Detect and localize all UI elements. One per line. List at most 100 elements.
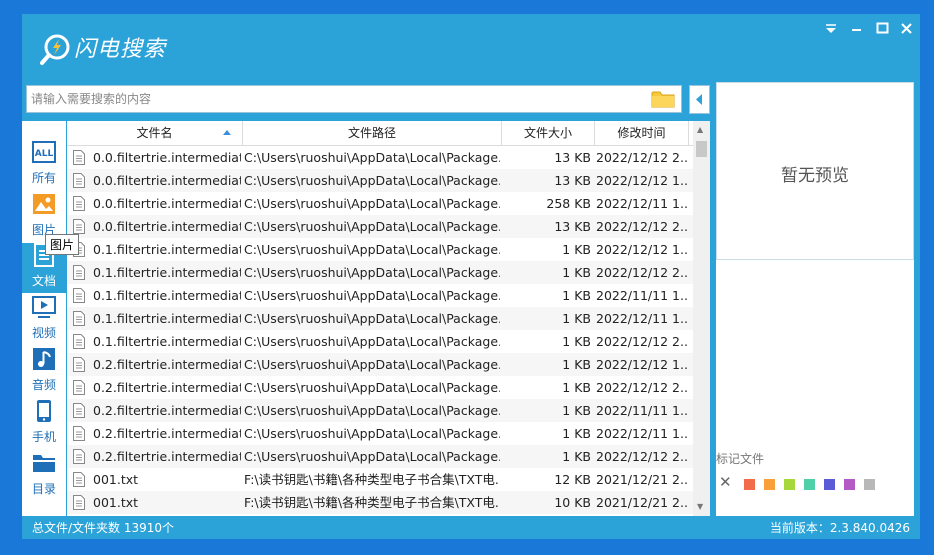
- mark-color-swatch[interactable]: [744, 479, 755, 490]
- mark-color-swatch[interactable]: [844, 479, 855, 490]
- file-path-cell: C:\Users\ruoshui\AppData\Local\Package..…: [244, 288, 500, 303]
- category-sidebar: ALL 所有 图片 文档 视频 音频 手机 目录: [22, 121, 66, 516]
- sort-ascending-icon: [223, 130, 231, 135]
- table-row[interactable]: 0.2.filtertrie.intermediat... C:\Users\ru…: [67, 422, 693, 445]
- file-name-cell: 0.1.filtertrie.intermediat...: [93, 242, 241, 257]
- file-icon: [73, 426, 85, 441]
- modified-time-cell: 2022/12/12 1...: [596, 242, 688, 257]
- file-path-cell: C:\Users\ruoshui\AppData\Local\Package..…: [244, 150, 500, 165]
- table-row[interactable]: 0.0.filtertrie.intermediat... C:\Users\ru…: [67, 169, 693, 192]
- search-bar: [26, 85, 682, 113]
- version-text: 当前版本：2.3.840.0426: [769, 521, 910, 535]
- table-row[interactable]: 0.1.filtertrie.intermediat... C:\Users\ru…: [67, 330, 693, 353]
- mark-files-label: 标记文件: [716, 452, 765, 466]
- table-row[interactable]: 0.1.filtertrie.intermediat... C:\Users\ru…: [67, 307, 693, 330]
- table-row[interactable]: 0.1.filtertrie.intermediat... C:\Users\ru…: [67, 238, 693, 261]
- file-name-cell: 0.2.filtertrie.intermediat...: [93, 449, 241, 464]
- column-header-name[interactable]: 文件名: [67, 121, 243, 145]
- file-name-cell: 0.2.filtertrie.intermediat...: [93, 403, 241, 418]
- maximize-button[interactable]: [872, 18, 894, 40]
- table-row[interactable]: 0.1.filtertrie.intermediat... C:\Users\ru…: [67, 284, 693, 307]
- minimize-button[interactable]: [846, 18, 868, 40]
- file-path-cell: C:\Users\ruoshui\AppData\Local\Package..…: [244, 196, 500, 211]
- file-size-cell: 1 KB: [562, 426, 591, 441]
- file-path-cell: C:\Users\ruoshui\AppData\Local\Package..…: [244, 242, 500, 257]
- file-size-cell: 258 KB: [546, 196, 591, 211]
- modified-time-cell: 2022/12/12 2...: [596, 219, 688, 234]
- collapse-preview-button[interactable]: [689, 85, 710, 114]
- mark-color-swatch[interactable]: [824, 479, 835, 490]
- table-row[interactable]: 001.txt F:\读书钥匙\书籍\各种类型电子书合集\TXT电... 12 KB…: [67, 468, 693, 491]
- close-button[interactable]: [896, 18, 918, 40]
- file-icon: [73, 150, 85, 165]
- sidebar-item-directory[interactable]: 目录: [22, 451, 66, 501]
- mark-color-swatch[interactable]: [804, 479, 815, 490]
- chevron-left-icon: [696, 94, 702, 105]
- file-name-cell: 0.1.filtertrie.intermediat...: [93, 311, 241, 326]
- file-path-cell: C:\Users\ruoshui\AppData\Local\Package..…: [244, 173, 500, 188]
- modified-time-cell: 2022/12/11 1...: [596, 196, 688, 211]
- column-header-path[interactable]: 文件路径: [243, 121, 502, 145]
- sidebar-item-label: 所有: [31, 171, 56, 185]
- file-name-cell: 001.txt: [93, 472, 139, 487]
- search-input[interactable]: [31, 90, 631, 108]
- mark-color-swatch[interactable]: [764, 479, 775, 490]
- table-row[interactable]: 0.0.filtertrie.intermediat... C:\Users\ru…: [67, 192, 693, 215]
- table-header: 文件名 文件路径 文件大小 修改时间: [67, 121, 693, 146]
- file-results-table: 文件名 文件路径 文件大小 修改时间 0.0.filtertrie.interm…: [67, 121, 710, 516]
- table-row[interactable]: 0.2.filtertrie.intermediat... C:\Users\ru…: [67, 399, 693, 422]
- file-name-cell: 0.0.filtertrie.intermediat...: [93, 196, 241, 211]
- sidebar-item-video[interactable]: 视频: [22, 295, 66, 345]
- vertical-scrollbar[interactable]: ▲ ▼: [693, 121, 710, 516]
- close-icon[interactable]: ✕: [719, 475, 732, 490]
- modified-time-cell: 2022/12/12 2...: [596, 334, 688, 349]
- mark-panel: 标记文件 ✕: [716, 260, 914, 516]
- file-path-cell: C:\Users\ruoshui\AppData\Local\Package..…: [244, 357, 500, 372]
- mark-color-swatch[interactable]: [864, 479, 875, 490]
- file-size-cell: 10 KB: [554, 495, 591, 510]
- table-row[interactable]: 0.2.filtertrie.intermediat... C:\Users\ru…: [67, 376, 693, 399]
- file-icon: [73, 219, 85, 234]
- table-row[interactable]: 0.1.filtertrie.intermediat... C:\Users\ru…: [67, 261, 693, 284]
- table-row[interactable]: 0.2.filtertrie.intermediat... C:\Users\ru…: [67, 353, 693, 376]
- table-row[interactable]: 0.0.filtertrie.intermediat... C:\Users\ru…: [67, 215, 693, 238]
- file-icon: [73, 311, 85, 326]
- file-path-cell: F:\读书钥匙\书籍\各种类型电子书合集\TXT电...: [244, 495, 500, 510]
- sidebar-item-phone[interactable]: 手机: [22, 399, 66, 449]
- table-row[interactable]: 001.txt F:\读书钥匙\书籍\各种类型电子书合集\TXT电... 10 KB…: [67, 491, 693, 514]
- file-size-cell: 13 KB: [554, 219, 591, 234]
- folder-icon[interactable]: [651, 89, 675, 109]
- file-size-cell: 12 KB: [554, 472, 591, 487]
- modified-time-cell: 2021/12/21 2...: [596, 472, 688, 487]
- sidebar-item-all[interactable]: ALL 所有: [22, 140, 66, 190]
- file-icon: [73, 403, 85, 418]
- app-window: 闪电搜索 请输入需要搜索的内容 ALL 所有 图片 文档 视频 音频 手机 目录…: [22, 14, 920, 539]
- file-path-cell: C:\Users\ruoshui\AppData\Local\Package..…: [244, 380, 500, 395]
- sidebar-item-audio[interactable]: 音频: [22, 347, 66, 397]
- file-path-cell: F:\读书钥匙\书籍\各种类型电子书合集\TXT电...: [244, 472, 500, 487]
- scroll-down-icon[interactable]: ▼: [697, 502, 703, 511]
- modified-time-cell: 2022/12/12 2...: [596, 150, 688, 165]
- file-icon: [73, 449, 85, 464]
- sidebar-item-label: 文档: [31, 274, 56, 288]
- scroll-up-icon[interactable]: ▲: [697, 125, 703, 134]
- file-path-cell: C:\Users\ruoshui\AppData\Local\Package..…: [244, 426, 500, 441]
- menu-dropdown-icon: [826, 24, 836, 33]
- file-name-cell: 0.0.filtertrie.intermediat...: [93, 150, 241, 165]
- file-icon: [73, 495, 85, 510]
- status-bar: 总文件/文件夹数 13910个 当前版本：2.3.840.0426: [22, 516, 920, 539]
- column-header-size[interactable]: 文件大小: [502, 121, 595, 145]
- file-path-cell: C:\Users\ruoshui\AppData\Local\Package..…: [244, 265, 500, 280]
- file-size-cell: 1 KB: [562, 311, 591, 326]
- minimize-icon: [852, 29, 861, 31]
- column-header-modified[interactable]: 修改时间: [595, 121, 689, 145]
- table-row[interactable]: 0.0.filtertrie.intermediat... C:\Users\ru…: [67, 146, 693, 169]
- scroll-thumb[interactable]: [696, 141, 707, 157]
- file-path-cell: C:\Users\ruoshui\AppData\Local\Package..…: [244, 403, 500, 418]
- file-name-cell: 0.1.filtertrie.intermediat...: [93, 334, 241, 349]
- file-name-cell: 0.1.filtertrie.intermediat...: [93, 265, 241, 280]
- menu-dropdown-button[interactable]: [820, 18, 842, 40]
- modified-time-cell: 2022/12/12 2...: [596, 380, 688, 395]
- table-row[interactable]: 0.2.filtertrie.intermediat... C:\Users\ru…: [67, 445, 693, 468]
- mark-color-swatch[interactable]: [784, 479, 795, 490]
